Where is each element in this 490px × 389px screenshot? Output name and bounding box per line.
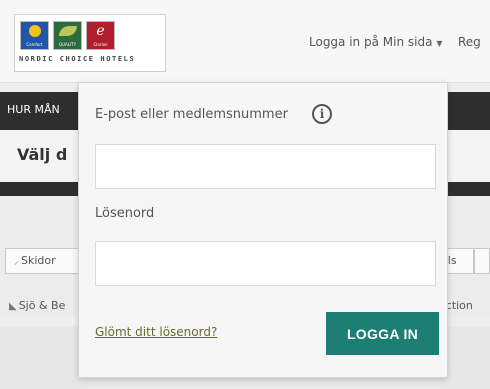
password-label: Lösenord	[95, 206, 155, 221]
filter-sjo[interactable]: ◣ Sjö & Be	[0, 293, 85, 319]
info-icon[interactable]: i	[312, 104, 332, 124]
lake-icon: ◣	[9, 301, 17, 312]
register-link[interactable]: Reg	[458, 35, 481, 49]
email-label: E-post eller medlemsnummer	[95, 107, 288, 122]
page-heading: Välj d	[17, 145, 68, 164]
login-link-label: Logga in på Min sida	[309, 35, 433, 49]
site-header: Comfort QUALITY e Clarion NORDIC CHOICE …	[0, 0, 490, 83]
filter-skidor[interactable]: ⸝ Skidor	[5, 248, 85, 274]
ski-icon: ⸝	[14, 256, 19, 267]
login-dropdown: E-post eller medlemsnummer i Lösenord Gl…	[78, 82, 448, 378]
chevron-down-icon: ▼	[436, 39, 443, 48]
password-field[interactable]	[95, 241, 436, 286]
brand-text: NORDIC CHOICE HOTELS	[19, 55, 136, 63]
email-field[interactable]	[95, 144, 436, 189]
filter-label: Sjö & Be	[18, 299, 66, 312]
login-button[interactable]: LOGGA IN	[326, 312, 439, 355]
filter-next[interactable]	[474, 248, 490, 274]
login-my-page-link[interactable]: Logga in på Min sida ▼	[309, 35, 443, 49]
comfort-logo-icon: Comfort	[20, 21, 49, 50]
filter-label: Skidor	[21, 254, 56, 267]
nav-item-how-many[interactable]: HUR MÅN	[7, 103, 60, 116]
clarion-logo-icon: e Clarion	[86, 21, 115, 50]
quality-logo-icon: QUALITY	[53, 21, 82, 50]
nordic-choice-logo[interactable]: Comfort QUALITY e Clarion NORDIC CHOICE …	[14, 14, 166, 72]
forgot-password-link[interactable]: Glömt ditt lösenord?	[95, 325, 217, 339]
